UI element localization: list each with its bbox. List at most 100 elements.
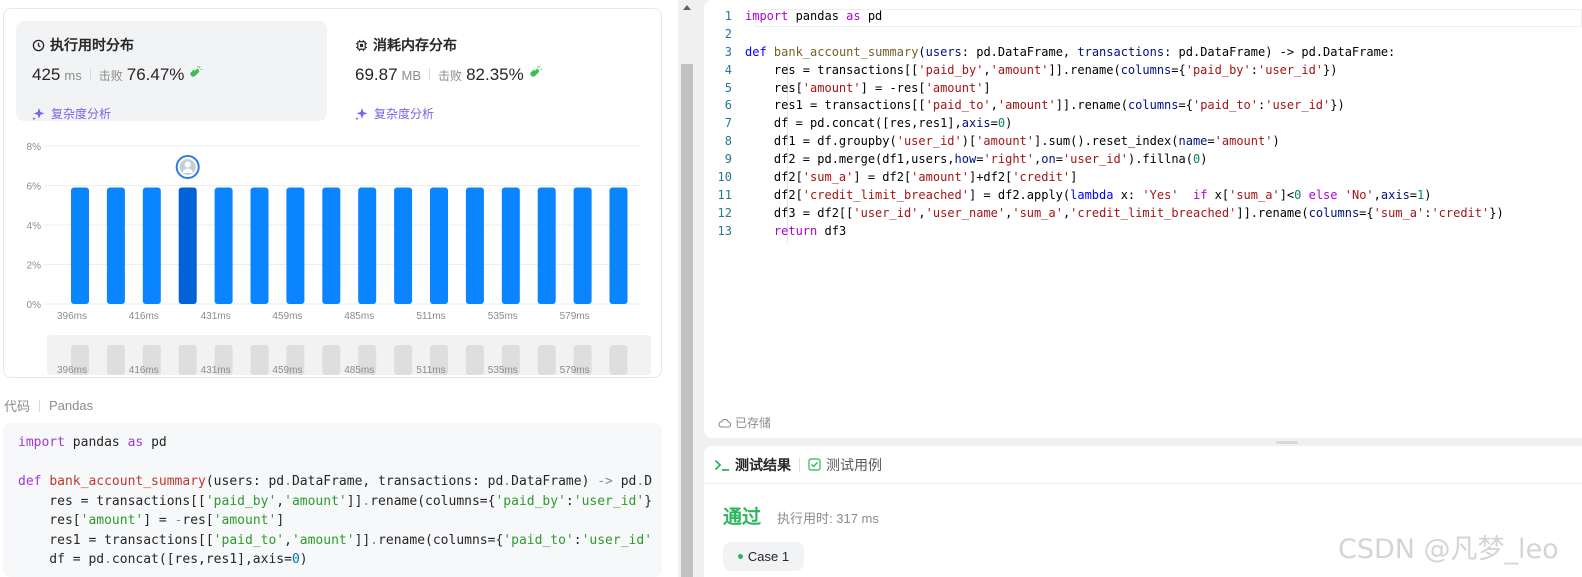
overview-bar [106,345,125,375]
overview-tick-label: 459ms [272,365,302,376]
editor-line: 6 res1 = transactions[['paid_to','amount… [724,98,1345,113]
divider [799,457,800,472]
overview-tick-label: 579ms [560,365,590,376]
editor-lines: 1 import pandas as pd 2 3 def bank_account… [704,9,1504,242]
bar [394,187,413,304]
editor-line: 13 return df3 [717,223,847,238]
x-tick-label: 535ms [488,311,518,322]
tab-test-results[interactable]: 测试结果 [714,455,791,475]
tab-test-cases-label: 测试用例 [826,456,882,473]
bar [106,187,125,304]
runtime-title-text: 执行用时分布 [50,37,134,53]
runtime-complexity-text: 复杂度分析 [51,107,112,121]
clock-icon [32,39,45,51]
divider [89,68,91,80]
pass-dot-icon [737,554,743,559]
x-tick-label: 485ms [344,311,374,322]
runtime-unit: ms [64,68,82,83]
overview-tick-label: 511ms [416,365,445,376]
scroll-up-arrow-icon[interactable] [683,5,691,10]
editor-line: 4 res = transactions[['paid_by','amount'… [724,62,1338,77]
stats-card: 执行用时分布 425 ms 击败 76.47% 复杂度分析 消耗内存分布 69.… [3,8,662,378]
runtime-beat-value: 76.47% [126,65,185,84]
bar [142,187,161,304]
overview-tick-label: 396ms [57,365,87,376]
watermark: CSDN @凡梦_leo [1338,534,1559,565]
x-tick-label: 579ms [560,311,590,322]
clap-hands-icon [530,65,542,77]
divider [39,399,41,412]
editor-line: 12 df3 = df2[['user_id','user_name','sum… [717,205,1504,220]
memory-values: 69.87 MB 击败 82.35% [355,65,543,85]
scroll-thumb[interactable] [681,64,693,577]
result-summary: 通过 执行用时: 317 ms [723,502,879,529]
code-language: Pandas [49,398,94,413]
bar [465,187,484,304]
code-line: res['amount'] = -res['amount'] [18,513,285,528]
memory-stat-box[interactable]: 消耗内存分布 69.87 MB 击败 82.35% 复杂度分析 [339,21,650,121]
chip-icon [355,39,368,51]
overview-bar [609,345,628,375]
bar [358,187,377,304]
overview-bar [537,345,556,375]
cloud-icon [718,418,731,428]
memory-value: 69.87 [355,65,398,84]
code-line: df = pd.concat([res,res1],axis=0) [18,552,308,567]
runtime-stat-box[interactable]: 执行用时分布 425 ms 击败 76.47% 复杂度分析 [16,21,327,121]
panel-resize-handle[interactable] [1276,441,1298,444]
code-line: res = transactions[['paid_by','amount']]… [18,493,653,509]
code-editor[interactable]: 1 import pandas as pd 2 3 def bank_account… [704,0,1582,438]
memory-complexity-link[interactable]: 复杂度分析 [355,105,434,122]
bar [609,187,628,304]
code-line: def bank_account_summary(users: pd.DataF… [18,474,653,489]
runtime-values: 425 ms 击败 76.47% [32,65,203,85]
overview-tick-label: 416ms [129,365,159,376]
overview-bar [178,345,197,375]
y-tick-label: 2% [27,261,42,272]
tab-test-cases[interactable]: 测试用例 [808,455,882,475]
bar [430,187,448,304]
x-tick-label: 416ms [129,311,159,322]
editor-line: 1 import pandas as pd [724,9,883,23]
exec-time: 执行用时: 317 ms [777,511,879,526]
clap-hands-icon [190,65,203,77]
bar [573,187,592,304]
overview-tick-label: 485ms [344,365,374,376]
editor-line: 5 res['amount'] = -res['amount'] [724,80,991,95]
overview-bar [322,345,341,375]
code-line: import pandas as pd [18,435,167,450]
editor-line: 8 df1 = df.groupby('user_id')['amount'].… [724,134,1280,149]
overview-bar [394,345,413,375]
runtime-value: 425 [32,65,61,84]
saved-status-text: 已存储 [735,416,772,430]
memory-complexity-text: 复杂度分析 [374,107,435,121]
bar [71,187,89,304]
editor-line: 2 [724,26,732,41]
case-tab-1[interactable]: Case 1 [723,542,804,571]
editor-line: 10 df2['sum_a'] = df2['amount']+df2['cre… [717,170,1078,185]
x-tick-label: 396ms [57,311,87,322]
x-tick-label: 459ms [272,311,302,322]
sparkle-icon [32,107,45,121]
bar [501,187,520,304]
overview-bar [465,345,484,375]
editor-line: 11 df2['credit_limit_breached'] = df2.ap… [717,187,1432,202]
divider [429,68,431,80]
memory-title: 消耗内存分布 [355,35,457,55]
submitted-code-block: import pandas as pd def bank_account_sum… [3,423,662,577]
sparkle-icon [355,107,368,121]
code-label: 代码 [4,399,31,414]
left-panel-scrollbar[interactable] [679,0,695,577]
y-tick-label: 6% [27,182,42,193]
runtime-complexity-link[interactable]: 复杂度分析 [32,105,111,122]
runtime-title: 执行用时分布 [32,35,134,55]
case-label: Case 1 [747,549,790,564]
results-tabs: 测试结果 测试用例 [704,446,1582,484]
bar [537,187,556,304]
pass-status: 通过 [723,507,762,528]
memory-title-text: 消耗内存分布 [373,37,457,53]
y-tick-label: 8% [27,142,42,153]
y-tick-label: 4% [27,221,42,232]
tab-test-results-label: 测试结果 [735,456,791,473]
runtime-beat-label: 击败 [98,69,123,83]
